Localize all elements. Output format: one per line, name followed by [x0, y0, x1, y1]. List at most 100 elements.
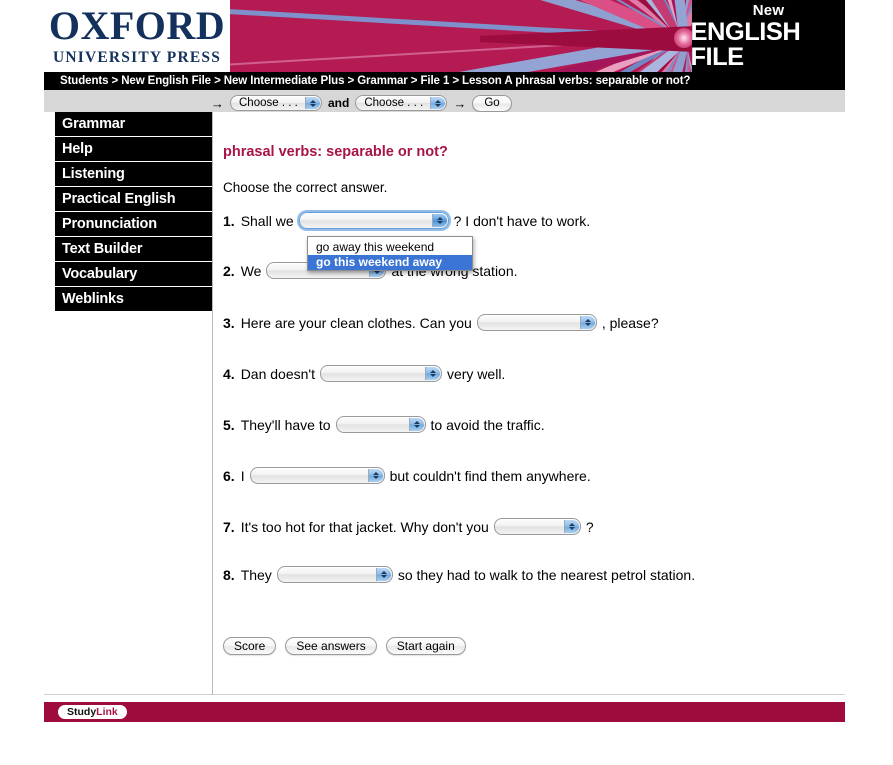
triangle-down-icon [380, 575, 387, 578]
action-buttons: Score See answers Start again [223, 637, 466, 655]
sidebar-item-label: Help [62, 141, 93, 157]
sidebar-item-help[interactable]: Help [55, 137, 212, 162]
logo-oxford-text: OXFORD [48, 3, 226, 49]
question-number: 4. [223, 365, 235, 382]
sidebar-item-label: Text Builder [62, 241, 143, 257]
banner-title: ENGLISH FILE [690, 17, 801, 71]
triangle-up-icon [310, 99, 316, 103]
triangle-down-icon [435, 103, 442, 107]
new-english-file-logo: New ENGLISH FILE [690, 0, 845, 72]
study-link-logo[interactable]: Study Link [58, 705, 127, 719]
answer-select-8[interactable] [276, 566, 393, 583]
answer-select-6[interactable] [249, 467, 385, 484]
arrow-right-icon-right: → [453, 95, 467, 111]
triangle-up-icon [436, 217, 443, 220]
exercise-instruction: Choose the correct answer. [223, 180, 388, 195]
triangle-down-icon [568, 527, 575, 530]
chevron-updown-icon[interactable] [431, 214, 447, 227]
chevron-updown-icon[interactable] [367, 469, 383, 482]
page-title: phrasal verbs: separable or not? [223, 144, 448, 160]
question-row: 4. Dan doesn't very well. [223, 365, 505, 382]
banner-new-label: New [752, 1, 785, 19]
triangle-up-icon [380, 571, 387, 574]
study-link-link-text: Link [96, 706, 118, 718]
english-file-banner: New ENGLISH FILE [230, 0, 845, 72]
start-again-button[interactable]: Start again [385, 637, 466, 655]
logo-university-press-text: UNIVERSITY PRESS [52, 49, 222, 67]
chooser-select-one[interactable]: Choose . . . [230, 95, 322, 111]
triangle-up-icon [372, 472, 379, 475]
go-button[interactable]: Go [472, 94, 512, 112]
triangle-down-icon [429, 374, 436, 377]
triangle-up-icon [584, 319, 591, 322]
question-text-before: Here are your clean clothes. Can you [240, 314, 472, 331]
question-text-before: They [240, 566, 272, 583]
chevron-updown-icon[interactable] [579, 316, 595, 329]
question-text-before: It's too hot for that jacket. Why don't … [240, 518, 489, 535]
question-row: 7. It's too hot for that jacket. Why don'… [223, 518, 594, 535]
content-divider [212, 112, 213, 695]
chooser-select-two[interactable]: Choose . . . [355, 95, 448, 111]
page-root: OXFORD UNIVERSITY PRESS New ENGLISH FILE… [0, 0, 893, 765]
sidebar-item-practical-english[interactable]: Practical English [55, 187, 212, 212]
oxford-university-press-logo: OXFORD UNIVERSITY PRESS [44, 0, 230, 72]
sidebar-item-grammar[interactable]: Grammar [55, 112, 212, 137]
question-row: 3. Here are your clean clothes. Can you , … [223, 314, 659, 331]
chooser-select-two-value: Choose . . . [364, 97, 424, 109]
question-number: 1. [223, 212, 235, 229]
sidebar-item-weblinks[interactable]: Weblinks [55, 287, 212, 312]
triangle-down-icon [436, 221, 443, 224]
score-button[interactable]: Score [223, 637, 277, 655]
chooser-and-label: and [328, 96, 350, 110]
triangle-up-icon [568, 523, 575, 526]
chevron-updown-icon[interactable] [430, 97, 446, 109]
question-text-after: to avoid the traffic. [430, 416, 545, 433]
triangle-up-icon [435, 99, 442, 103]
question-row: 1. Shall we ? I don't have to work. [223, 212, 590, 229]
triangle-down-icon [584, 323, 591, 326]
answer-select-4[interactable] [319, 365, 442, 382]
sidebar-item-label: Pronunciation [62, 216, 157, 232]
question-number: 8. [223, 566, 235, 583]
question-text-before: I [240, 467, 245, 484]
question-text-after: ? I don't have to work. [453, 212, 591, 229]
question-number: 5. [223, 416, 235, 433]
question-text-before: Shall we [240, 212, 294, 229]
chevron-updown-icon[interactable] [563, 520, 579, 533]
question-number: 3. [223, 314, 235, 331]
chevron-updown-icon[interactable] [408, 418, 424, 431]
sidebar-item-vocabulary[interactable]: Vocabulary [55, 262, 212, 287]
see-answers-button[interactable]: See answers [285, 637, 377, 655]
triangle-up-icon [429, 370, 436, 373]
triangle-down-icon [374, 271, 381, 274]
sidebar-item-label: Grammar [62, 116, 126, 132]
triangle-down-icon [413, 425, 420, 428]
triangle-down-icon [372, 476, 379, 479]
sidebar-item-pronunciation[interactable]: Pronunciation [55, 212, 212, 237]
question-number: 7. [223, 518, 235, 535]
question-text-before: Dan doesn't [240, 365, 315, 382]
chevron-updown-icon[interactable] [375, 568, 391, 581]
question-row: 6. Ibut couldn't find them anywhere. [223, 467, 591, 484]
sidebar-item-label: Practical English [62, 191, 176, 207]
answer-select-5[interactable] [335, 416, 426, 433]
chevron-updown-icon[interactable] [305, 97, 320, 109]
sidebar-item-listening[interactable]: Listening [55, 162, 212, 187]
answer-select-7[interactable] [493, 518, 581, 535]
question-text-after: , please? [601, 314, 659, 331]
question-row: 8. They so they had to walk to the nearest… [223, 566, 695, 583]
footer-bar: Study Link [44, 702, 845, 722]
dropdown-option[interactable]: go this weekend away [308, 255, 472, 270]
question-text-after: ? [585, 518, 594, 535]
dropdown-option[interactable]: go away this weekend [308, 240, 472, 255]
sidebar-item-text-builder[interactable]: Text Builder [55, 237, 212, 262]
masthead: OXFORD UNIVERSITY PRESS New ENGLISH FILE [44, 0, 845, 72]
sidebar-item-label: Listening [62, 166, 125, 182]
chevron-updown-icon[interactable] [424, 367, 440, 380]
question-text-after: so they had to walk to the nearest petro… [397, 566, 696, 583]
open-dropdown-popup[interactable]: go away this weekend go this weekend away [307, 236, 473, 271]
question-number: 6. [223, 467, 235, 484]
breadcrumb[interactable]: Students > New English File > New Interm… [44, 72, 845, 90]
answer-select-3[interactable] [476, 314, 597, 331]
answer-select-1[interactable] [298, 212, 449, 229]
